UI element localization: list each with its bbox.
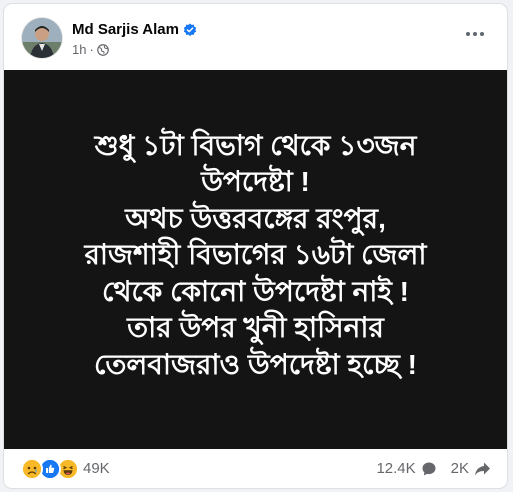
- meta-separator: ·: [89, 42, 94, 57]
- author-name[interactable]: Md Sarjis Alam: [72, 21, 179, 38]
- sad-reaction-icon: [21, 457, 43, 480]
- post-image[interactable]: শুধু ১টা বিভাগ থেকে ১৩জন উপদেষ্টা ! অথচ …: [4, 70, 507, 449]
- comment-icon: [422, 462, 436, 475]
- post-line: তেলবাজরাও উপদেষ্টা হচ্ছে !: [94, 348, 417, 380]
- post-header: Md Sarjis Alam 1h ·: [4, 4, 507, 70]
- post-line: অথচ উত্তরবঙ্গের রংপুর,: [125, 202, 386, 234]
- post-time[interactable]: 1h: [72, 42, 86, 57]
- post-image-text: শুধু ১টা বিভাগ থেকে ১৩জন উপদেষ্টা ! অথচ …: [84, 128, 426, 384]
- engagement-stats: 12.4K 2K: [376, 460, 491, 477]
- reaction-count: 49K: [83, 460, 110, 477]
- verified-badge-icon: [183, 23, 197, 36]
- post-footer: 49K 12.4K 2K: [4, 449, 507, 488]
- more-horizontal-icon: [466, 32, 470, 36]
- profile-photo: [22, 18, 62, 58]
- comment-count: 12.4K: [376, 460, 416, 477]
- reactions-summary[interactable]: 49K: [21, 457, 110, 480]
- post-line: শুধু ১টা বিভাগ থেকে ১৩জন: [94, 129, 417, 161]
- share-count: 2K: [450, 460, 469, 477]
- post-line: রাজশাহী বিভাগের ১৬টা জেলা: [84, 239, 427, 271]
- globe-icon: [96, 43, 109, 56]
- more-dot: [473, 32, 477, 36]
- share-icon: [475, 462, 490, 475]
- post-meta: 1h ·: [72, 42, 109, 57]
- comments-count-button[interactable]: 12.4K: [376, 460, 436, 477]
- post-line: উপদেষ্টা !: [201, 166, 310, 198]
- more-dot: [480, 32, 484, 36]
- more-options-button[interactable]: [461, 26, 489, 42]
- avatar[interactable]: [22, 18, 62, 58]
- post-card: Md Sarjis Alam 1h · শুধু ১টা বিভাগ থেকে …: [4, 4, 507, 488]
- post-line: থেকে কোনো উপদেষ্টা নাই !: [101, 275, 409, 307]
- author-row: Md Sarjis Alam: [72, 21, 197, 38]
- post-line: তার উপর খুনী হাসিনার: [127, 312, 384, 344]
- shares-count-button[interactable]: 2K: [451, 460, 491, 477]
